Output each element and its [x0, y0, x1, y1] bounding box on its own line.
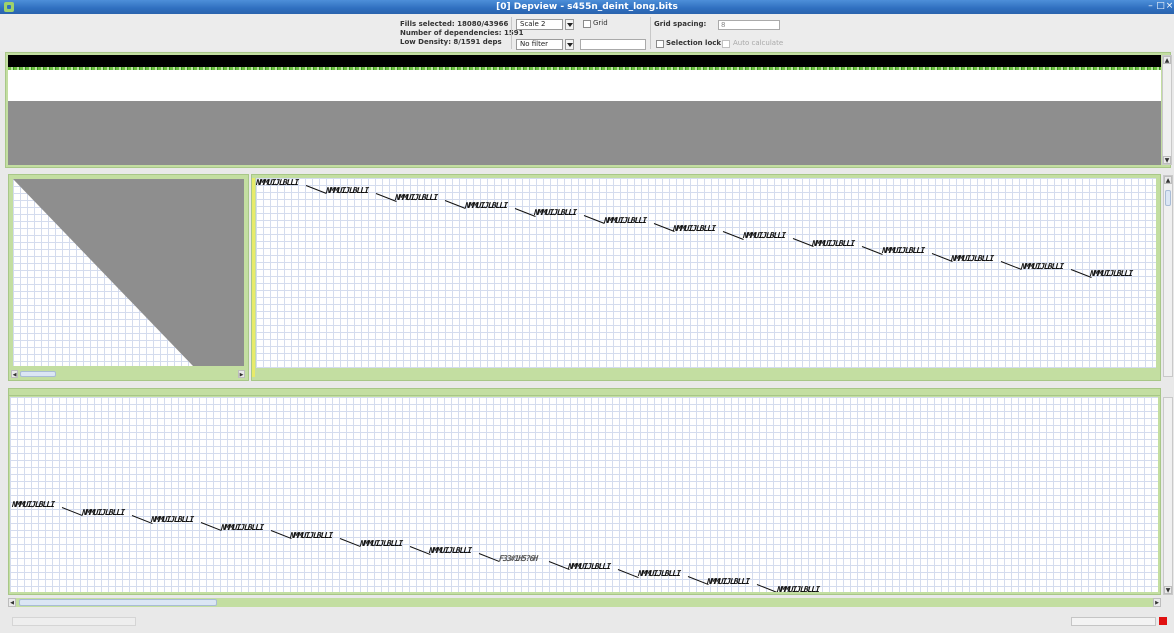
dependency-block[interactable]: NMMUIJLBLLI [811, 239, 855, 248]
scroll-right-icon[interactable]: ▶ [238, 370, 245, 378]
status-indicator-icon [1159, 617, 1167, 625]
maximize-icon[interactable]: □ [1156, 2, 1165, 11]
dependency-block[interactable]: NMMUIJLBLLI [358, 539, 402, 548]
dependency-vertical-scrollbar[interactable]: ▲ [1163, 175, 1173, 377]
dependency-block[interactable]: NMMUIJLBLLI [950, 254, 994, 263]
dependency-link [583, 215, 605, 225]
dependency-block[interactable]: NMMUIJLBLLI [463, 201, 507, 210]
dependency-matrix-view[interactable] [13, 179, 244, 366]
dependency-link [653, 223, 675, 232]
dependency-block[interactable]: NMMUIJLBLLI [775, 585, 819, 592]
dependency-link [861, 245, 883, 255]
dependency-link [931, 253, 953, 263]
dependency-block[interactable]: NMMUIJLBLLI [672, 224, 716, 233]
scroll-right-icon[interactable]: ▶ [1153, 598, 1161, 607]
grid-checkbox[interactable] [583, 20, 591, 28]
filter-dropdown-icon[interactable] [565, 39, 574, 50]
scroll-thumb[interactable] [20, 371, 56, 377]
dependency-block[interactable]: NMMUIJLBLLI [80, 508, 124, 517]
dependency-block[interactable]: NMMUIJLBLLI [567, 562, 611, 571]
dependency-timeline-view[interactable]: NMMUIJLBLLI NMMUIJLBLLI NMMUIJLBLLI NMMUIJL… [256, 178, 1156, 368]
scroll-up-icon[interactable]: ▲ [1164, 176, 1172, 184]
grid-checkbox-label: Grid [593, 19, 608, 27]
scroll-up-icon[interactable]: ▲ [1163, 56, 1171, 64]
status-message-field [12, 617, 136, 626]
dependency-block[interactable]: NMMUIJLBLLI [741, 231, 785, 240]
detail-horizontal-scrollbar[interactable]: ◀ ▶ [8, 598, 1161, 607]
detail-vertical-scrollbar[interactable]: ▼ [1163, 397, 1173, 595]
dependency-link [478, 553, 500, 563]
title-bar: [0] Depview - s455n_deint_long.bits [0, 0, 1174, 14]
scroll-down-icon[interactable]: ▼ [1163, 156, 1171, 164]
status-bar [0, 610, 1174, 633]
dependency-link [339, 537, 361, 547]
dependency-link [617, 568, 639, 578]
overview-canvas[interactable] [8, 55, 1161, 165]
close-icon[interactable]: × [1165, 2, 1174, 11]
dependency-link [792, 238, 814, 248]
toolbar-separator [650, 17, 651, 49]
dependency-block[interactable]: NMMUIJLBLLI [706, 577, 750, 586]
dependency-link [548, 560, 570, 570]
minimize-icon[interactable]: – [1146, 2, 1155, 11]
scroll-thumb[interactable] [1165, 190, 1171, 206]
toolbar-separator [511, 17, 512, 49]
dependency-block[interactable]: NMMUIJLBLLI [150, 515, 194, 524]
dependency-block[interactable]: NMMUIJLBLLI [11, 500, 55, 509]
scroll-thumb[interactable] [19, 599, 217, 606]
dependency-block[interactable]: NMMUIJLBLLI [1089, 269, 1133, 278]
dependency-block[interactable]: NMMUIJLBLLI [289, 531, 333, 540]
auto-calculate-checkbox[interactable] [722, 40, 730, 48]
progress-bar [1071, 617, 1156, 626]
dependency-link [270, 530, 292, 540]
dependency-block[interactable]: NMMUIJLBLLI [394, 193, 438, 202]
dependency-block[interactable]: NMMUIJLBLLI [880, 246, 924, 255]
dependencies-count-text: Number of dependencies: 1591 [400, 29, 524, 37]
low-density-text: Low Density: 8/1591 deps [400, 38, 502, 46]
dependency-block[interactable]: F33#1H5?6H [497, 554, 538, 563]
selection-lock-checkbox[interactable] [656, 40, 664, 48]
app-icon[interactable] [4, 2, 14, 12]
fills-selected-text: Fills selected: 18080/43966 [400, 20, 509, 28]
auto-calculate-label: Auto calculate [733, 39, 784, 47]
scroll-left-icon[interactable]: ◀ [8, 598, 16, 607]
toolbar: Fills selected: 18080/43966 Number of de… [0, 14, 1174, 51]
dependency-block[interactable]: NMMUIJLBLLI [636, 569, 680, 578]
dependency-detail-view[interactable]: NMMUIJLBLLI NMMUIJLBLLI NMMUIJLBLLI NMMUIJL… [10, 397, 1158, 592]
grid-spacing-input[interactable]: 8 [718, 20, 780, 30]
dependency-panel-edge [252, 178, 255, 377]
overview-fill-bar [8, 55, 1161, 67]
dependency-link [756, 584, 778, 592]
overview-region [8, 101, 1161, 165]
dependency-link [687, 576, 709, 586]
filter-select[interactable]: No filter [516, 39, 563, 50]
dependency-link [305, 185, 327, 194]
dependency-link [200, 522, 222, 532]
dependency-block[interactable]: NMMUIJLBLLI [256, 178, 299, 187]
dependency-link [61, 507, 83, 517]
grid-spacing-label: Grid spacing: [654, 20, 707, 28]
scroll-down-icon[interactable]: ▼ [1164, 586, 1172, 594]
dependency-matrix-triangle [13, 179, 244, 366]
selection-lock-label: Selection lock [666, 39, 722, 47]
dependency-link [1000, 261, 1022, 270]
dependency-block[interactable]: NMMUIJLBLLI [533, 208, 577, 217]
scale-dropdown-icon[interactable] [565, 19, 574, 30]
overview-density-bar [8, 67, 1161, 70]
dependency-block[interactable]: NMMUIJLBLLI [219, 523, 263, 532]
dependency-block[interactable]: NMMUIJLBLLI [602, 216, 646, 225]
window-title: [0] Depview - s455n_deint_long.bits [496, 2, 678, 12]
dependency-block[interactable]: NMMUIJLBLLI [428, 546, 472, 555]
matrix-horizontal-scrollbar[interactable]: ◀ ▶ [11, 370, 245, 378]
dependency-block[interactable]: NMMUIJLBLLI [324, 186, 368, 195]
overview-vertical-scrollbar[interactable]: ▲ ▼ [1162, 55, 1172, 165]
scroll-left-icon[interactable]: ◀ [11, 370, 18, 378]
dependency-link [722, 230, 744, 240]
dependency-link [444, 200, 466, 210]
scale-select[interactable]: Scale 2 [516, 19, 563, 30]
filter-input[interactable] [580, 39, 646, 50]
dependency-block[interactable]: NMMUIJLBLLI [1019, 262, 1063, 271]
